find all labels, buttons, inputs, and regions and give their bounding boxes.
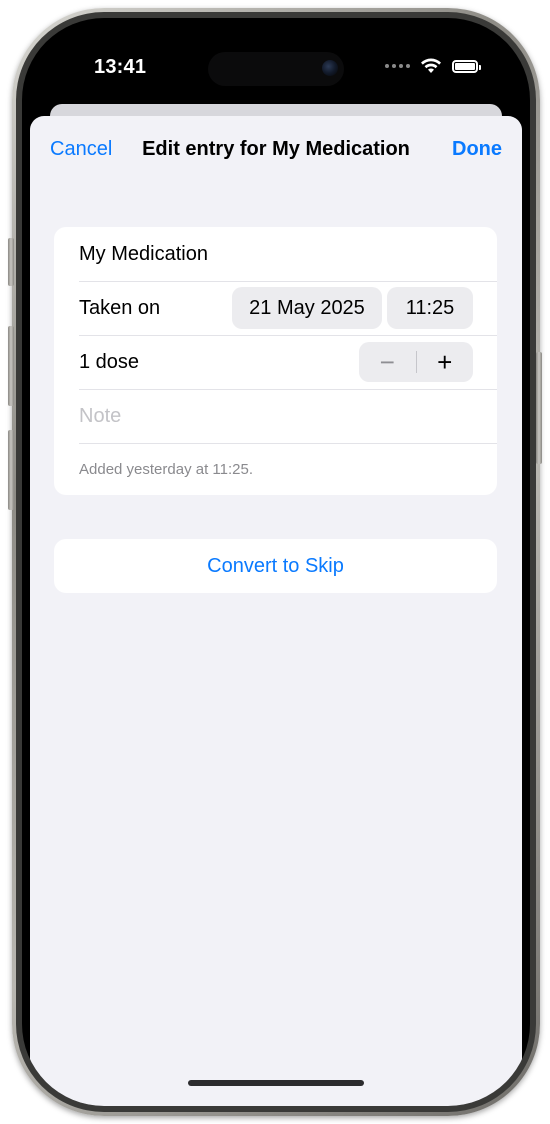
screen: 13:41 Cancel Edit entry for My Medicatio…: [22, 18, 530, 1106]
dose-label: 1 dose: [79, 350, 140, 373]
date-picker-button[interactable]: 21 May 2025: [232, 287, 382, 329]
medication-name: My Medication: [79, 242, 208, 265]
status-time: 13:41: [94, 56, 147, 78]
convert-to-skip-button[interactable]: Convert to Skip: [54, 539, 497, 593]
taken-on-label: Taken on: [79, 296, 161, 319]
done-button[interactable]: Done: [452, 138, 502, 161]
taken-on-row: Taken on 21 May 2025 11:25: [79, 281, 497, 336]
added-timestamp: Added yesterday at 11:25.: [79, 460, 254, 478]
navigation-bar: Cancel Edit entry for My Medication Done: [30, 116, 522, 186]
battery-icon: [452, 59, 481, 73]
time-picker-button[interactable]: 11:25: [387, 287, 473, 329]
volume-up-button: [8, 326, 14, 406]
dots-icon: [385, 64, 410, 68]
dose-stepper: − +: [359, 342, 473, 382]
decrement-button[interactable]: −: [359, 342, 416, 382]
page-title: Edit entry for My Medication: [142, 138, 410, 160]
edit-entry-sheet: Cancel Edit entry for My Medication Done…: [30, 116, 522, 1106]
action-button: [8, 238, 14, 286]
wifi-icon: [421, 58, 441, 73]
footer-row: Added yesterday at 11:25.: [79, 443, 497, 495]
power-button: [536, 352, 542, 464]
dose-row: 1 dose − +: [79, 335, 497, 390]
status-bar: 13:41: [22, 18, 530, 98]
increment-button[interactable]: +: [416, 342, 473, 382]
home-indicator[interactable]: [188, 1080, 364, 1086]
entry-form-card: My Medication Taken on 21 May 2025 11:25…: [54, 227, 497, 495]
camera-icon: [322, 60, 338, 76]
medication-name-row: My Medication: [79, 227, 497, 282]
volume-down-button: [8, 430, 14, 510]
status-icons: [385, 58, 481, 74]
note-row[interactable]: Note: [79, 389, 497, 444]
note-field[interactable]: Note: [79, 405, 121, 428]
